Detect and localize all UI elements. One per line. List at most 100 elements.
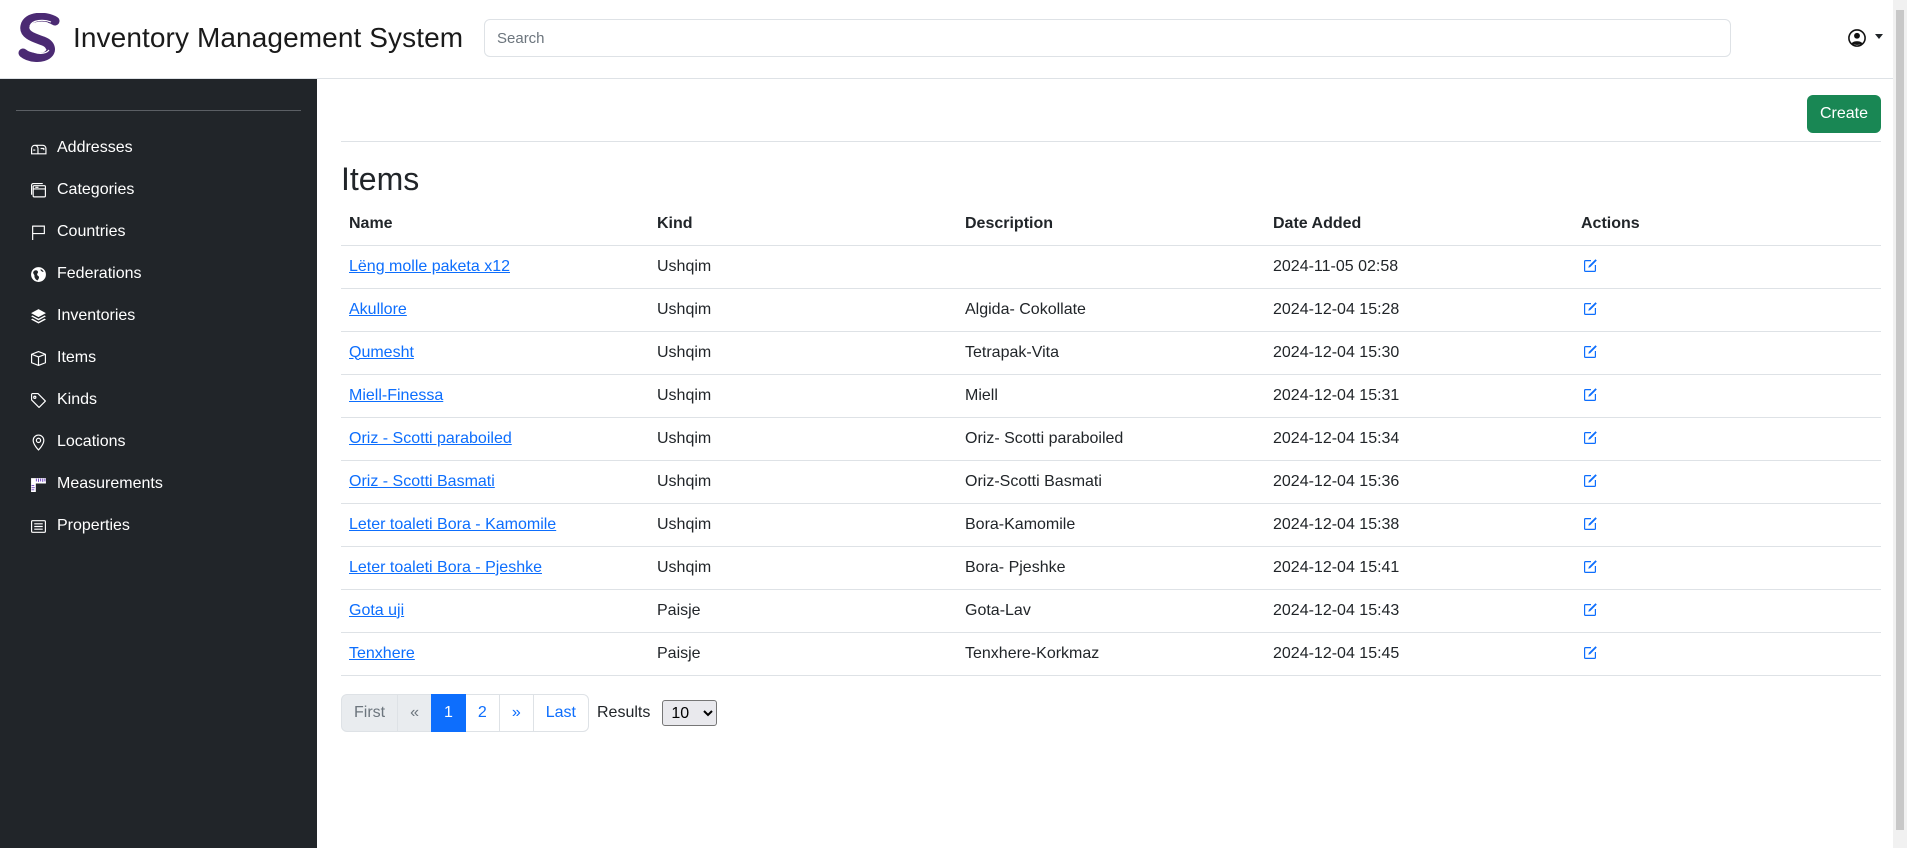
edit-icon[interactable] (1582, 430, 1598, 446)
item-name-link[interactable]: Oriz - Scotti paraboiled (349, 430, 512, 447)
sidebar-item-properties[interactable]: Properties (30, 505, 163, 547)
cell-actions (1573, 546, 1881, 590)
item-name-link[interactable]: Qumesht (349, 344, 414, 361)
cell-date-added: 2024-12-04 15:31 (1265, 374, 1573, 418)
cell-description: Algida- Cokollate (957, 288, 1265, 332)
item-name-link[interactable]: Gota uji (349, 602, 404, 619)
page-2-button[interactable]: 2 (464, 694, 500, 732)
sidebar-item-label: Countries (57, 223, 126, 240)
sidebar-item-measurements[interactable]: Measurements (30, 463, 163, 505)
edit-icon[interactable] (1582, 344, 1598, 360)
cell-name: Oriz - Scotti Basmati (341, 460, 649, 504)
edit-icon[interactable] (1582, 301, 1598, 317)
cell-kind: Ushqim (649, 503, 957, 547)
item-name-link[interactable]: Lëng molle paketa x12 (349, 258, 510, 275)
cell-actions (1573, 503, 1881, 547)
vertical-scrollbar[interactable] (1893, 0, 1907, 848)
sidebar-item-label: Kinds (57, 391, 98, 408)
results-per-page-select[interactable]: 10 (662, 700, 718, 726)
sidebar-item-categories[interactable]: Categories (30, 169, 163, 211)
column-header-kind[interactable]: Kind (649, 203, 957, 246)
item-name-link[interactable]: Tenxhere (349, 645, 415, 662)
page-1-button[interactable]: 1 (431, 694, 466, 732)
cell-description: Miell (957, 374, 1265, 418)
sidebar-item-locations[interactable]: Locations (30, 421, 163, 463)
create-button[interactable]: Create (1806, 95, 1881, 133)
edit-icon[interactable] (1582, 559, 1598, 575)
page-title: Items (341, 161, 420, 197)
table-row: Qumesht Ushqim Tetrapak-Vita 2024-12-04 15:… (341, 331, 1881, 375)
app-title: Inventory Management System (73, 22, 464, 53)
table-row: Oriz - Scotti Basmati Ushqim Oriz-Scotti B… (341, 460, 1881, 504)
page-next-button[interactable]: » (498, 694, 534, 732)
cell-description: Oriz- Scotti paraboiled (957, 417, 1265, 461)
item-name-link[interactable]: Miell-Finessa (349, 387, 443, 404)
search-input[interactable] (484, 19, 1731, 57)
cell-actions (1573, 288, 1881, 332)
edit-icon[interactable] (1582, 473, 1598, 489)
sidebar-item-label: Locations (57, 433, 126, 450)
page-first-button[interactable]: First (341, 694, 399, 732)
cell-description: Bora-Kamomile (957, 503, 1265, 547)
sidebar-item-federations[interactable]: Federations (30, 253, 163, 295)
column-header-name[interactable]: Name (341, 203, 649, 246)
column-header-description[interactable]: Description (957, 203, 1265, 246)
sidebar-item-items[interactable]: Items (30, 337, 163, 379)
edit-icon[interactable] (1582, 645, 1598, 661)
edit-icon[interactable] (1582, 516, 1598, 532)
column-header-date-added[interactable]: Date Added (1265, 203, 1573, 246)
cell-kind: Ushqim (649, 374, 957, 418)
tag-icon (31, 392, 46, 408)
globe-icon (31, 266, 46, 282)
edit-icon[interactable] (1582, 602, 1598, 618)
cell-kind: Ushqim (649, 331, 957, 375)
item-name-link[interactable]: Leter toaleti Bora - Pjeshke (349, 559, 542, 576)
sidebar-item-label: Properties (57, 517, 130, 534)
cell-description: Tenxhere-Korkmaz (957, 632, 1265, 676)
cell-date-added: 2024-12-04 15:28 (1265, 288, 1573, 332)
table-header-row: Name Kind Description Date Added Actions (341, 203, 1881, 246)
sidebar-item-inventories[interactable]: Inventories (30, 295, 163, 337)
cell-actions (1573, 460, 1881, 504)
cell-date-added: 2024-12-04 15:36 (1265, 460, 1573, 504)
header-divider (341, 141, 1881, 142)
item-name-link[interactable]: Oriz - Scotti Basmati (349, 473, 495, 490)
person-circle-icon (1848, 29, 1866, 47)
sidebar-item-label: Items (57, 349, 97, 366)
sidebar-item-addresses[interactable]: Addresses (30, 127, 163, 169)
results-label: Results (596, 704, 651, 721)
table-row: Miell-Finessa Ushqim Miell 2024-12-04 15:31 (341, 374, 1881, 418)
pagination-row: First « 1 2 » Last Results 10 (341, 694, 718, 732)
item-name-link[interactable]: Leter toaleti Bora - Kamomile (349, 516, 556, 533)
item-name-link[interactable]: Akullore (349, 301, 407, 318)
cell-name: Leter toaleti Bora - Pjeshke (341, 546, 649, 590)
items-table: Name Kind Description Date Added Actions… (341, 203, 1881, 676)
brand[interactable]: Inventory Management System (15, 13, 463, 63)
cell-kind: Ushqim (649, 417, 957, 461)
cell-description: Tetrapak-Vita (957, 331, 1265, 375)
top-navbar: Inventory Management System (0, 0, 1893, 79)
table-row: Lëng molle paketa x12 Ushqim 2024-11-05 02… (341, 245, 1881, 289)
cell-actions (1573, 374, 1881, 418)
cell-date-added: 2024-12-04 15:41 (1265, 546, 1573, 590)
scrollbar-thumb[interactable] (1896, 10, 1904, 830)
chevron-down-icon (1875, 33, 1883, 39)
table-row: Leter toaleti Bora - Kamomile Ushqim Bora-… (341, 503, 1881, 547)
edit-icon[interactable] (1582, 258, 1598, 274)
page-prev-button[interactable]: « (397, 694, 433, 732)
cell-name: Tenxhere (341, 632, 649, 676)
sidebar-item-kinds[interactable]: Kinds (30, 379, 163, 421)
pagination: First « 1 2 » Last (341, 694, 589, 732)
sidebar-item-countries[interactable]: Countries (30, 211, 163, 253)
cell-actions (1573, 417, 1881, 461)
cell-actions (1573, 245, 1881, 289)
cell-date-added: 2024-12-04 15:45 (1265, 632, 1573, 676)
user-menu-dropdown[interactable] (1848, 29, 1883, 47)
cell-actions (1573, 632, 1881, 676)
page-last-button[interactable]: Last (532, 694, 589, 732)
cell-name: Leter toaleti Bora - Kamomile (341, 503, 649, 547)
sidebar-item-label: Inventories (57, 307, 136, 324)
edit-icon[interactable] (1582, 387, 1598, 403)
cell-name: Gota uji (341, 589, 649, 633)
cell-name: Lëng molle paketa x12 (341, 245, 649, 289)
